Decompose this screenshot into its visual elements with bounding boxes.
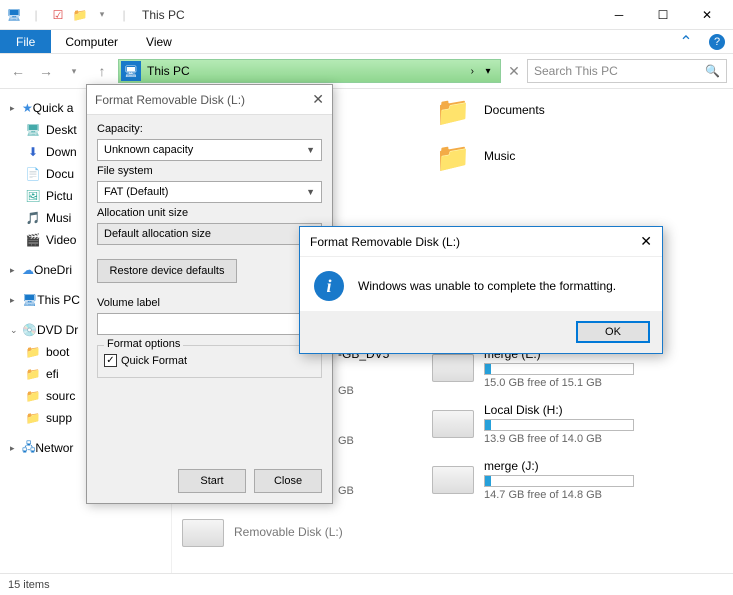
drive-local-h[interactable]: Local Disk (H:) 13.9 GB free of 14.0 GB (432, 403, 634, 445)
music-icon: 🎵 (24, 210, 42, 226)
drive-merge-j[interactable]: merge (J:) 14.7 GB free of 14.8 GB (432, 459, 634, 501)
error-dialog: Format Removable Disk (L:) ✕ i Windows w… (299, 226, 663, 354)
capacity-label: Capacity: (97, 123, 322, 135)
allocation-label: Allocation unit size (97, 207, 322, 219)
qat-sep2: | (114, 5, 134, 25)
ribbon-collapse-icon[interactable]: ⌃ (671, 30, 701, 53)
item-count: 15 items (8, 579, 50, 591)
hdd-icon (432, 354, 474, 382)
chevron-right-icon[interactable]: › (467, 66, 478, 77)
desktop-icon: 🖥 (24, 122, 42, 138)
ok-button[interactable]: OK (576, 321, 650, 343)
hdd-icon (432, 466, 474, 494)
info-icon: i (314, 271, 344, 301)
tab-view[interactable]: View (132, 30, 186, 53)
capacity-bar (484, 363, 634, 375)
window-controls: ─ ☐ ✕ (597, 1, 729, 29)
folder-icon: 📁 (432, 95, 474, 127)
star-icon: ★ (22, 101, 33, 115)
filesystem-label: File system (97, 165, 322, 177)
address-bar-row: ← → ▾ ↑ 🖥 This PC › ▾ ✕ Search This PC 🔍 (0, 54, 733, 88)
dialog-title-bar[interactable]: Format Removable Disk (L:) ✕ (87, 85, 332, 115)
help-icon[interactable]: ? (709, 34, 725, 50)
hdd-icon (182, 519, 224, 547)
document-icon: 📄 (24, 166, 42, 182)
qat-sep: | (26, 5, 46, 25)
picture-icon: 🖼 (24, 188, 42, 204)
close-button[interactable]: Close (254, 469, 322, 493)
folder-documents[interactable]: 📁 Documents (432, 95, 545, 127)
download-icon: ⬇ (24, 144, 42, 160)
folder-icon: 📁 (24, 388, 42, 404)
search-input[interactable]: Search This PC 🔍 (527, 59, 727, 83)
capacity-bar (484, 475, 634, 487)
checkbox-icon: ✓ (104, 354, 117, 367)
pc-icon: 🖥 (4, 5, 24, 25)
disc-icon: 💿 (22, 323, 37, 337)
drive-removable-l[interactable]: Removable Disk (L:) (182, 519, 343, 547)
breadcrumb[interactable]: 🖥 This PC › ▾ (118, 59, 501, 83)
search-placeholder: Search This PC (534, 64, 618, 78)
folder-icon: 📁 (24, 410, 42, 426)
chevron-down-icon[interactable]: ▾ (478, 66, 498, 77)
stop-icon[interactable]: ✕ (505, 63, 523, 80)
video-icon: 🎬 (24, 232, 42, 248)
folder-icon: 📁 (24, 344, 42, 360)
file-tab[interactable]: File (0, 30, 51, 53)
checkbox-icon[interactable]: ☑ (48, 5, 68, 25)
format-dialog: Format Removable Disk (L:) ✕ Capacity: U… (86, 84, 333, 504)
start-button[interactable]: Start (178, 469, 246, 493)
pc-icon: 🖥 (121, 61, 141, 81)
minimize-button[interactable]: ─ (597, 1, 641, 29)
window-title: This PC (142, 8, 185, 22)
forward-button[interactable]: → (34, 59, 58, 83)
recent-dropdown-icon[interactable]: ▾ (62, 59, 86, 83)
title-bar: 🖥 | ☑ 📁 ▾ | This PC ─ ☐ ✕ (0, 0, 733, 30)
maximize-button[interactable]: ☐ (641, 1, 685, 29)
tab-computer[interactable]: Computer (51, 30, 132, 53)
close-icon[interactable]: ✕ (640, 233, 652, 250)
dialog-title-bar[interactable]: Format Removable Disk (L:) ✕ (300, 227, 662, 257)
allocation-combo[interactable]: Default allocation size (97, 223, 322, 245)
quick-access-toolbar: 🖥 | ☑ 📁 ▾ | (4, 5, 134, 25)
capacity-combo[interactable]: Unknown capacity ▼ (97, 139, 322, 161)
qat-dropdown-icon[interactable]: ▾ (92, 5, 112, 25)
status-bar: 15 items (0, 573, 733, 595)
up-button[interactable]: ↑ (90, 59, 114, 83)
dialog-title: Format Removable Disk (L:) (95, 93, 245, 107)
pc-icon: 🖥 (22, 293, 37, 307)
chevron-down-icon: ▼ (306, 187, 315, 197)
restore-defaults-button[interactable]: Restore device defaults (97, 259, 237, 283)
breadcrumb-text: This PC (147, 64, 467, 78)
cloud-icon: ☁ (22, 263, 34, 277)
folder-icon[interactable]: 📁 (70, 5, 90, 25)
format-options-legend: Format options (104, 338, 183, 350)
capacity-bar (484, 419, 634, 431)
search-icon: 🔍 (705, 64, 720, 78)
ribbon: File Computer View ⌃ ? (0, 30, 733, 54)
volume-label-input[interactable] (97, 313, 322, 335)
format-options-group: Format options ✓ Quick Format (97, 345, 322, 378)
filesystem-combo[interactable]: FAT (Default) ▼ (97, 181, 322, 203)
chevron-down-icon: ▼ (306, 145, 315, 155)
dialog-title: Format Removable Disk (L:) (310, 235, 460, 249)
hdd-icon (432, 410, 474, 438)
close-button[interactable]: ✕ (685, 1, 729, 29)
close-icon[interactable]: ✕ (312, 91, 324, 108)
error-message: Windows was unable to complete the forma… (358, 279, 616, 293)
drive-partial: -GB_DV5 GB GB GB (338, 347, 389, 497)
folder-icon: 📁 (432, 141, 474, 173)
network-icon: 🖧 (22, 438, 35, 459)
back-button[interactable]: ← (6, 59, 30, 83)
quick-format-checkbox[interactable]: ✓ Quick Format (104, 354, 315, 367)
volume-label-label: Volume label (97, 297, 322, 309)
folder-music[interactable]: 📁 Music (432, 141, 545, 173)
folder-icon: 📁 (24, 366, 42, 382)
